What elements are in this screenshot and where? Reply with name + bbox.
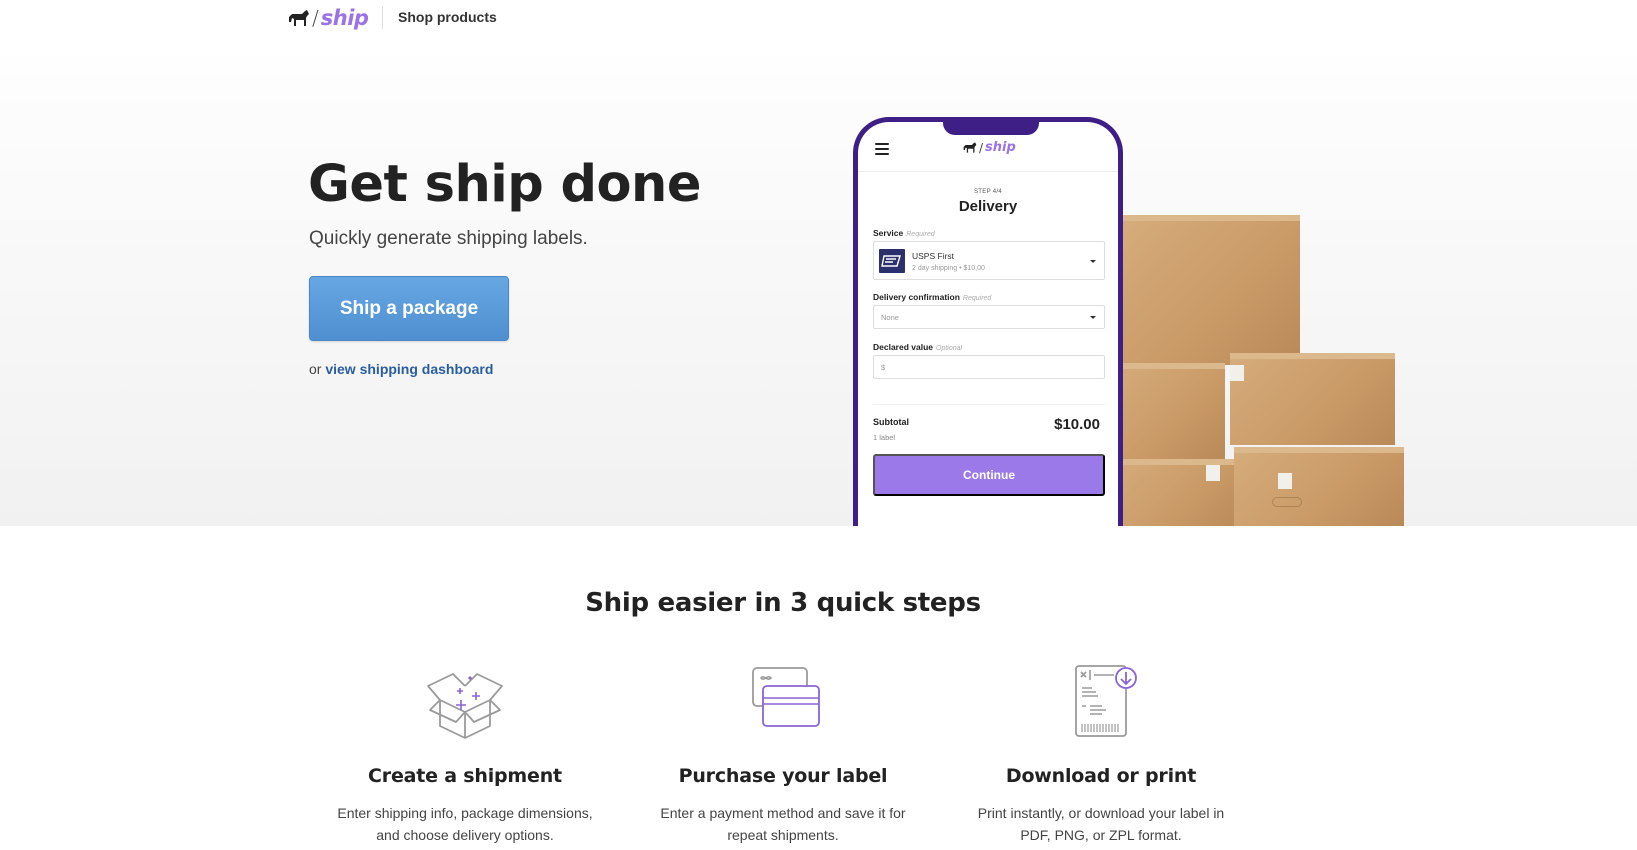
logo-slash: / xyxy=(979,140,984,155)
step-title: Create a shipment xyxy=(368,765,562,787)
hero-subtitle: Quickly generate shipping labels. xyxy=(309,228,588,249)
subtotal-amount: $10.00 xyxy=(1054,416,1100,433)
hamburger-menu-icon[interactable] xyxy=(875,143,889,155)
alt-prefix: or xyxy=(309,361,322,377)
box xyxy=(1230,353,1395,445)
box xyxy=(1120,215,1300,365)
ship-a-package-button[interactable]: Ship a package xyxy=(309,276,509,341)
step-create-shipment: Create a shipment Enter shipping info, p… xyxy=(315,660,615,846)
step-title: Purchase your label xyxy=(678,765,888,787)
tape xyxy=(1230,365,1244,381)
optional-hint: Optional xyxy=(936,345,963,352)
confirmation-label: Delivery confirmation Required xyxy=(873,292,991,302)
box-handle xyxy=(1272,497,1302,507)
confirmation-value: None xyxy=(881,313,899,322)
logo-slash: / xyxy=(312,6,319,30)
steps-title: Ship easier in 3 quick steps xyxy=(585,588,981,618)
phone-mockup: / ship STEP 4/4 Delivery Service Required… xyxy=(853,117,1123,526)
subtotal-label: Subtotal xyxy=(873,417,909,427)
box xyxy=(1110,459,1245,526)
shop-products-link[interactable]: Shop products xyxy=(398,9,497,25)
service-name: USPS First xyxy=(912,251,955,261)
dashboard-link-row: or view shipping dashboard xyxy=(309,361,493,377)
step-description: Enter a payment method and save it for r… xyxy=(660,805,906,843)
nav-divider xyxy=(382,6,383,29)
declared-value-input[interactable]: $ xyxy=(873,355,1105,379)
service-select[interactable]: USPS First 2 day shipping • $10,00 xyxy=(873,241,1105,280)
phone-logo: / ship xyxy=(963,140,1016,155)
tape xyxy=(1206,465,1220,481)
service-desc: 2 day shipping • $10,00 xyxy=(912,265,985,272)
logo-text: ship xyxy=(320,6,369,30)
phone-header: / ship xyxy=(858,122,1118,172)
horse-icon xyxy=(963,142,977,153)
tape xyxy=(1278,473,1292,489)
chevron-down-icon xyxy=(1090,316,1096,319)
delivery-confirmation-select[interactable]: None xyxy=(873,305,1105,329)
hero-section: Get ship done Quickly generate shipping … xyxy=(0,55,1637,526)
confirmation-label-text: Delivery confirmation xyxy=(873,292,960,302)
usps-logo-icon xyxy=(879,249,905,273)
label-download-icon xyxy=(1075,665,1137,737)
chevron-down-icon xyxy=(1090,260,1096,263)
box xyxy=(1234,447,1404,526)
horse-icon xyxy=(289,10,309,26)
box xyxy=(1110,363,1225,459)
logo-text: ship xyxy=(985,140,1016,155)
declared-label-text: Declared value xyxy=(873,342,934,352)
divider xyxy=(873,404,1105,405)
step-title: Delivery xyxy=(958,198,1018,215)
hero-title: Get ship done xyxy=(308,155,701,214)
step-purchase-label: Purchase your label Enter a payment meth… xyxy=(633,660,933,846)
credit-cards-icon xyxy=(752,667,820,727)
step-download-print: Download or print Print instantly, or do… xyxy=(951,660,1251,846)
top-nav: / ship Shop products xyxy=(0,0,1637,55)
continue-button[interactable]: Continue xyxy=(873,454,1105,496)
step-description: Print instantly, or download your label … xyxy=(977,805,1225,843)
boxes-image xyxy=(1110,215,1410,526)
step-description: Enter shipping info, package dimensions,… xyxy=(337,805,593,843)
service-label: Service Required xyxy=(873,228,935,238)
service-label-text: Service xyxy=(873,228,904,238)
required-hint: Required xyxy=(906,231,935,238)
ship-logo[interactable]: / ship xyxy=(288,6,369,30)
step-indicator: STEP 4/4 xyxy=(974,189,1002,195)
step-title: Download or print xyxy=(1005,765,1197,787)
required-hint: Required xyxy=(962,295,992,302)
label-count: 1 label xyxy=(873,433,896,442)
declared-value-label: Declared value Optional xyxy=(873,342,962,352)
open-box-icon xyxy=(427,673,503,739)
view-shipping-dashboard-link[interactable]: view shipping dashboard xyxy=(325,361,493,377)
declared-placeholder: $ xyxy=(881,363,886,372)
